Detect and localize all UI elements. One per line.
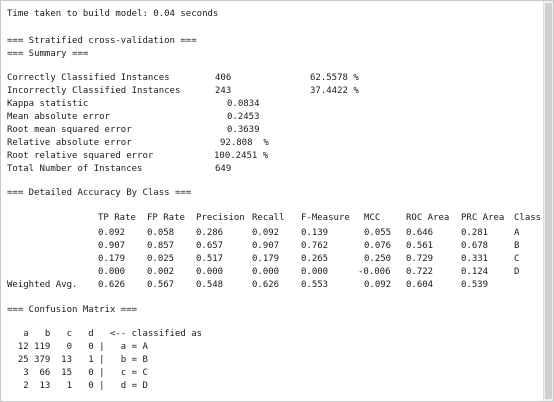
accuracy-cell: C	[514, 254, 520, 264]
col-f-measure: F-Measure	[301, 213, 350, 223]
summary-value: 92.808 %	[220, 138, 269, 148]
col-mcc: MCC	[364, 213, 381, 223]
accuracy-cell: 0.002	[147, 267, 175, 277]
accuracy-cell: 0.561	[406, 241, 434, 251]
weighted-avg-label: Weighted Avg.	[7, 280, 78, 290]
summary-value: 649	[215, 164, 232, 174]
accuracy-cell: 0.548	[196, 280, 224, 290]
confusion-row: 3 66 15 0 | c = C	[7, 368, 148, 378]
col-fp-rate: FP Rate	[147, 213, 185, 223]
summary-value: 406	[215, 73, 232, 83]
accuracy-cell: 0.025	[147, 254, 175, 264]
accuracy-cell: 0.722	[406, 267, 434, 277]
accuracy-cell: B	[514, 241, 520, 251]
confusion-column-header: a b c d <-- classified as	[7, 329, 203, 339]
accuracy-cell: 0.265	[301, 254, 329, 264]
accuracy-cell: -0.006	[358, 267, 391, 277]
accuracy-cell: 0.250	[364, 254, 392, 264]
summary-label: Root relative squared error	[7, 151, 154, 161]
col-precision: Precision	[196, 213, 245, 223]
col-prc-area: PRC Area	[461, 213, 505, 223]
accuracy-cell: 0.762	[301, 241, 329, 251]
accuracy-cell: 0.092	[252, 228, 280, 238]
accuracy-cell: 0.646	[406, 228, 434, 238]
time-taken-line: Time taken to build model: 0.04 seconds	[7, 9, 219, 19]
accuracy-cell: 0.678	[461, 241, 489, 251]
accuracy-cell: 0.331	[461, 254, 489, 264]
cv-header: === Stratified cross-validation ===	[7, 36, 197, 46]
accuracy-cell: 0.604	[406, 280, 434, 290]
accuracy-cell: 0.076	[364, 241, 392, 251]
accuracy-cell: 0.092	[364, 280, 392, 290]
col-recall: Recall	[252, 213, 285, 223]
summary-label: Correctly Classified Instances	[7, 73, 170, 83]
summary-label: Total Number of Instances	[7, 164, 143, 174]
summary-value: 0.2453	[227, 112, 260, 122]
summary-label: Kappa statistic	[7, 99, 89, 109]
accuracy-cell: 0.139	[301, 228, 329, 238]
accuracy-cell: 0.517	[196, 254, 224, 264]
summary-label: Mean absolute error	[7, 112, 110, 122]
summary-percent: 62.5578 %	[310, 73, 359, 83]
summary-value: 0.0834	[227, 99, 260, 109]
summary-label: Relative absolute error	[7, 138, 132, 148]
accuracy-cell: 0.657	[196, 241, 224, 251]
accuracy-cell: 0.857	[147, 241, 175, 251]
summary-value: 100.2451 %	[214, 151, 269, 161]
accuracy-cell: 0.553	[301, 280, 329, 290]
summary-label: Incorrectly Classified Instances	[7, 86, 181, 96]
accuracy-cell: 0.907	[252, 241, 280, 251]
summary-percent: 37.4422 %	[310, 86, 359, 96]
accuracy-cell: 0.058	[147, 228, 175, 238]
accuracy-cell: 0.626	[252, 280, 280, 290]
accuracy-cell: 0.729	[406, 254, 434, 264]
accuracy-cell: 0.567	[147, 280, 175, 290]
classifier-output-panel: Time taken to build model: 0.04 seconds …	[0, 0, 554, 402]
confusion-row: 2 13 1 0 | d = D	[7, 381, 148, 391]
confusion-row: 12 119 0 0 | a = A	[7, 342, 148, 352]
confusion-row: 25 379 13 1 | b = B	[7, 355, 148, 365]
accuracy-cell: 0.000	[252, 267, 280, 277]
vertical-scrollbar[interactable]	[543, 1, 553, 401]
accuracy-cell: D	[514, 267, 520, 277]
accuracy-header: === Detailed Accuracy By Class ===	[7, 188, 192, 198]
accuracy-cell: 0.000	[301, 267, 329, 277]
accuracy-cell: 0.092	[98, 228, 126, 238]
accuracy-cell: 0.539	[461, 280, 489, 290]
accuracy-cell: 0.907	[98, 241, 126, 251]
summary-value: 243	[215, 86, 232, 96]
accuracy-cell: 0.281	[461, 228, 489, 238]
accuracy-cell: A	[514, 228, 520, 238]
summary-label: Root mean squared error	[7, 125, 132, 135]
accuracy-cell: 0.286	[196, 228, 224, 238]
accuracy-cell: 0.124	[461, 267, 489, 277]
scrollbar-thumb[interactable]	[545, 3, 552, 399]
col-roc-area: ROC Area	[406, 213, 450, 223]
accuracy-cell: 0.179	[98, 254, 126, 264]
col-class: Class	[514, 213, 542, 223]
accuracy-cell: 0.000	[196, 267, 224, 277]
accuracy-cell: 0.179	[252, 254, 280, 264]
confusion-header: === Confusion Matrix ===	[7, 305, 138, 315]
accuracy-cell: 0.000	[98, 267, 126, 277]
accuracy-cell: 0.626	[98, 280, 126, 290]
summary-header: === Summary ===	[7, 49, 89, 59]
col-tp-rate: TP Rate	[98, 213, 136, 223]
accuracy-cell: 0.055	[364, 228, 392, 238]
summary-value: 0.3639	[227, 125, 260, 135]
